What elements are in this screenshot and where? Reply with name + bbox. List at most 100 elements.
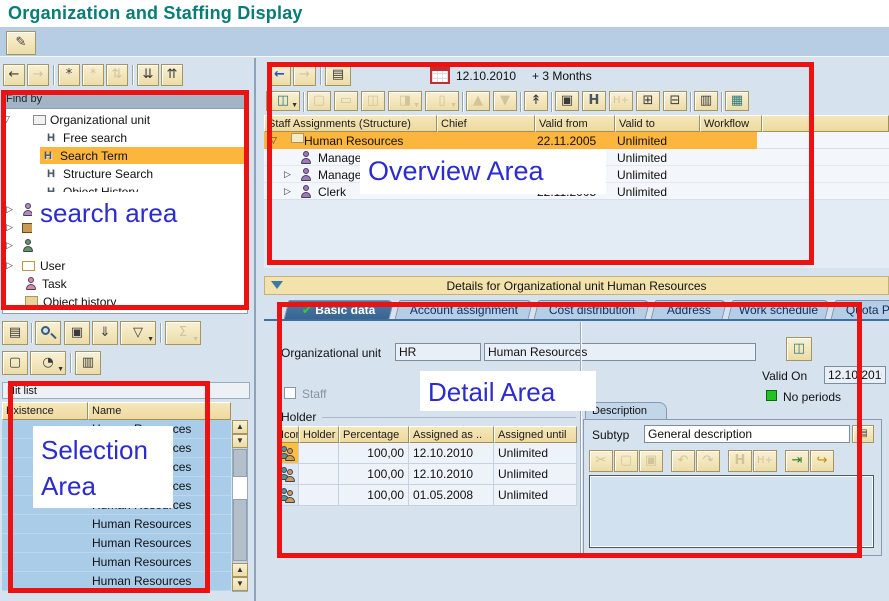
holder-col-holder[interactable]: Holder — [299, 426, 339, 443]
ov-cell-name[interactable]: Clerk — [318, 185, 346, 199]
collapsed-icon[interactable]: ▷ — [6, 260, 18, 271]
ov-copy-button[interactable]: ▭ — [334, 91, 358, 111]
dropdown-icon[interactable]: ▼ — [192, 336, 199, 343]
find-next-button[interactable]: H+ — [753, 450, 777, 472]
dropdown-icon[interactable]: ▼ — [413, 102, 420, 109]
scroll-thumb[interactable] — [233, 449, 247, 477]
cut-button[interactable]: ✂ — [589, 450, 613, 472]
collapsed-icon[interactable]: ▷ — [284, 186, 296, 197]
percentage-cell[interactable]: 100,00 — [339, 443, 409, 464]
staff-checkbox[interactable] — [284, 387, 296, 399]
find-button[interactable]: H — [728, 450, 752, 472]
ov-print-button[interactable]: ▣ — [555, 91, 579, 111]
holder-col-assigned-as[interactable]: Assigned as .. — [409, 426, 494, 443]
hit-list-row[interactable]: Human Resources — [2, 420, 231, 439]
ov-col-chief[interactable]: Chief — [437, 115, 535, 132]
star-button[interactable]: * — [82, 64, 104, 86]
tree-item-person[interactable]: ▷ — [3, 201, 246, 218]
filter-button[interactable]: ▽▼ — [120, 321, 156, 345]
ov-move-down-button[interactable]: ▼ — [493, 91, 517, 111]
scroll-thumb[interactable] — [233, 499, 247, 561]
print-list-button[interactable]: ▢ — [2, 351, 28, 375]
redo-button[interactable]: ↷ — [696, 450, 720, 472]
ov-cell-name[interactable]: Manager — [318, 168, 365, 182]
subtyp-field[interactable] — [644, 425, 850, 443]
tree-item-free-search[interactable]: H Free search — [3, 129, 246, 146]
holder-cell[interactable] — [299, 464, 339, 485]
tab-address[interactable]: Address — [651, 300, 728, 319]
holder-col-percentage[interactable]: Percentage — [339, 426, 409, 443]
description-tab[interactable]: Description — [585, 402, 667, 419]
print-button[interactable]: ▣ — [64, 321, 90, 345]
scroll-down-button[interactable]: ▼ — [232, 434, 248, 448]
percentage-cell[interactable]: 100,00 — [339, 464, 409, 485]
ov-move-up-button[interactable]: ▲ — [466, 91, 490, 111]
scroll-down-button[interactable]: ▼ — [232, 577, 248, 591]
back-button[interactable]: ← — [3, 64, 25, 86]
tab-basic-data[interactable]: ✔ Basic data — [284, 300, 395, 319]
holder-cell[interactable] — [299, 485, 339, 506]
tree-item-object-history2[interactable]: Object history — [3, 293, 246, 310]
scroll-up-button[interactable]: ▲ — [232, 420, 248, 434]
hit-list-row[interactable]: Human Resources — [2, 439, 231, 458]
tab-account-assignment[interactable]: Account assignment — [395, 300, 534, 319]
collapsed-icon[interactable]: ▷ — [6, 204, 18, 215]
holder-icon-cell[interactable] — [277, 464, 299, 485]
tab-cost-distribution[interactable]: Cost distribution — [534, 300, 651, 319]
dropdown-icon[interactable]: ▼ — [147, 336, 154, 343]
hit-list-row[interactable]: Human Resources — [2, 477, 231, 496]
collapsed-icon[interactable]: ▷ — [6, 222, 18, 233]
assigned-as-cell[interactable]: 12.10.2010 — [409, 464, 494, 485]
hit-list-row[interactable]: Human Resources — [2, 572, 231, 591]
hit-list-row[interactable]: Human Resources — [2, 515, 231, 534]
expanded-icon[interactable]: ▽ — [270, 135, 282, 146]
ov-col-structure[interactable]: Staff Assignments (Structure) — [264, 115, 437, 132]
sort-button[interactable]: ⇓ — [92, 321, 118, 345]
org-unit-id-field[interactable] — [395, 343, 481, 361]
copy-button[interactable]: ▢ — [614, 450, 638, 472]
ov-columns-button[interactable]: ▥ — [694, 91, 718, 111]
ov-find-button[interactable]: H — [582, 91, 606, 111]
ov-zoom-in-button[interactable]: ⊞ — [636, 91, 660, 111]
dropdown-icon[interactable]: ▼ — [450, 102, 457, 109]
search-display-button[interactable] — [35, 321, 61, 345]
description-textarea[interactable] — [589, 475, 874, 548]
collapsed-icon[interactable]: ▷ — [6, 240, 18, 251]
assign-button[interactable]: ⇅ — [106, 64, 128, 86]
assigned-until-cell[interactable]: Unlimited — [494, 443, 577, 464]
forward-button[interactable]: → — [27, 64, 49, 86]
ov-assign-button[interactable]: ◫ — [361, 91, 385, 111]
holder-icon-cell[interactable] — [277, 485, 299, 506]
refresh-button[interactable]: ◔▼ — [30, 351, 66, 375]
paste-button[interactable]: ▣ — [639, 450, 663, 472]
tree-item-position[interactable]: ▷ — [3, 219, 246, 236]
dropdown-icon[interactable]: ▼ — [291, 102, 298, 109]
column-config-button[interactable]: ▥ — [75, 351, 101, 375]
dropdown-icon[interactable]: ▼ — [57, 366, 64, 373]
assigned-until-cell[interactable]: Unlimited — [494, 464, 577, 485]
holder-cell[interactable] — [299, 443, 339, 464]
org-window-button[interactable]: ◫ — [786, 337, 812, 361]
tree-item-orgunit[interactable]: ▽ Organizational unit — [3, 111, 246, 128]
collapsed-icon[interactable]: ▷ — [284, 169, 296, 180]
tree-item-object-history[interactable]: H Object History — [3, 183, 246, 200]
ov-create-button[interactable]: ▢ — [307, 91, 331, 111]
tree-item-user[interactable]: ▷ User — [3, 257, 246, 274]
legend-button[interactable]: ▤ — [2, 321, 28, 345]
ov-cell-name[interactable]: Human Resources — [304, 134, 403, 148]
expand-all-button[interactable]: ⇈ — [161, 64, 183, 86]
ov-col-valid-to[interactable]: Valid to — [615, 115, 700, 132]
valid-on-field[interactable] — [824, 366, 886, 384]
undo-button[interactable]: ↶ — [671, 450, 695, 472]
ov-find-next-button[interactable]: H+ — [609, 91, 633, 111]
assigned-as-cell[interactable]: 01.05.2008 — [409, 485, 494, 506]
assigned-until-cell[interactable]: Unlimited — [494, 485, 577, 506]
sum-button[interactable]: Σ▼ — [165, 321, 201, 345]
percentage-cell[interactable]: 100,00 — [339, 485, 409, 506]
scroll-up-button[interactable]: ▲ — [232, 563, 248, 577]
hit-list-row[interactable]: Human Resources — [2, 458, 231, 477]
tree-item-search-term[interactable]: H Search Term — [40, 147, 246, 164]
holder-col-assigned-until[interactable]: Assigned until — [494, 426, 577, 443]
ov-delete-button[interactable]: ▯▼ — [425, 91, 459, 111]
ov-col-valid-from[interactable]: Valid from — [535, 115, 615, 132]
